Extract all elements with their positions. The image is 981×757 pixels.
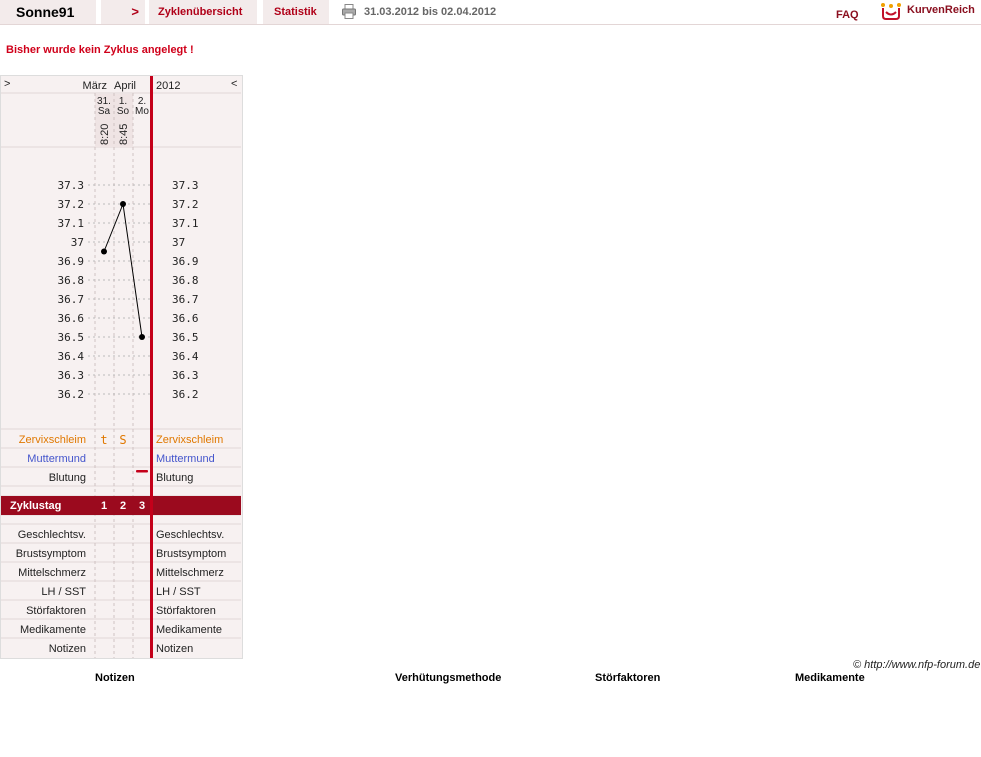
y-tick-label-left: 36.8 [58,274,85,287]
y-tick-label-right: 36.5 [172,331,199,344]
cervical-mucus-value: t [100,433,107,447]
row-label-right-cervical-mucus: Zervixschleim [156,434,223,446]
y-tick-label-left: 36.4 [58,350,85,363]
row-label-bleeding: Blutung [49,472,86,484]
no-cycle-notice: Bisher wurde kein Zyklus angelegt ! [6,44,194,56]
row-label-extra-row-0: Geschlechtsv. [18,529,86,541]
top-navigation-bar: Sonne91 > Zyklenübersicht Statistik 31.0… [0,0,981,25]
y-tick-label-right: 37.1 [172,217,199,230]
temperature-point[interactable] [139,334,145,340]
row-label-right-extra-row-0: Geschlechtsv. [156,529,224,541]
row-label-extra-row-4: Störfaktoren [26,605,86,617]
y-tick-label-right: 36.3 [172,369,199,382]
y-tick-label-left: 37.1 [58,217,85,230]
y-tick-label-left: 37 [71,236,84,249]
row-label-right-extra-row-3: LH / SST [156,586,201,598]
footer-disruptions-heading: Störfaktoren [595,672,661,684]
weekday-label: So [117,106,130,117]
footer-medication-heading: Medikamente [795,672,865,684]
row-label-right-cervix: Muttermund [156,453,215,465]
y-tick-label-right: 36.6 [172,312,199,325]
nav-arrow-button[interactable]: > [101,0,145,24]
y-tick-label-right: 36.7 [172,293,199,306]
weekday-label: Mo [135,106,149,117]
y-tick-label-right: 36.9 [172,255,199,268]
current-day-separator [150,75,153,658]
temperature-chart: 37.3 37.2 37.1 37 36.9 36.8 36.7 36.6 36.5 36.4 36… [1,75,241,658]
y-tick-label-right: 37 [172,236,185,249]
prev-chart-arrow[interactable]: > [4,78,10,90]
y-tick-label-left: 37.2 [58,198,85,211]
measurement-time-label: 8:45 [118,124,130,145]
y-tick-label-right: 37.2 [172,198,199,211]
printer-icon[interactable] [342,4,356,19]
row-label-right-extra-row-1: Brustsymptom [156,548,226,560]
temperature-point[interactable] [120,201,126,207]
year-label: 2012 [156,80,180,92]
y-tick-label-left: 36.5 [58,331,85,344]
temperature-line [103,202,143,338]
row-label-extra-row-3: LH / SST [41,586,86,598]
date-range-label: 31.03.2012 bis 02.04.2012 [364,6,497,18]
row-label-right-extra-row-5: Medikamente [156,624,222,636]
y-tick-label-left: 36.6 [58,312,85,325]
cycle-day-number: 2 [120,500,126,512]
y-tick-label-left: 36.3 [58,369,85,382]
y-tick-label-right: 37.3 [172,179,199,192]
faq-link[interactable]: FAQ [836,3,859,27]
y-tick-label-right: 36.2 [172,388,199,401]
row-label-right-extra-row-6: Notizen [156,643,193,655]
row-label-cervical-mucus: Zervixschleim [19,434,86,446]
month-label-april: April [114,80,136,92]
cervical-mucus-value: S [119,433,126,447]
row-label-right-extra-row-4: Störfaktoren [156,605,216,617]
next-chart-arrow[interactable]: < [231,78,237,90]
row-label-extra-row-2: Mittelschmerz [18,567,86,579]
logo-text[interactable]: KurvenReich [907,4,975,16]
bleeding-marker [136,470,148,473]
y-tick-label-left: 36.9 [58,255,85,268]
row-label-extra-row-1: Brustsymptom [16,548,86,560]
y-tick-label-left: 36.2 [58,388,85,401]
cycle-day-number: 1 [101,500,107,512]
tab-statistics[interactable]: Statistik [263,0,329,24]
row-label-cervix: Muttermund [27,453,86,465]
y-tick-label-right: 36.4 [172,350,199,363]
row-label-right-extra-row-2: Mittelschmerz [156,567,224,579]
tab-cycle-overview[interactable]: Zyklenübersicht [149,0,257,24]
month-label-march: März [83,80,107,92]
weekday-label: Sa [98,106,111,117]
temperature-point[interactable] [101,248,107,255]
copyright-notice: © http://www.nfp-forum.de [853,659,981,671]
footer-notes-heading: Notizen [95,672,135,684]
footer-method-heading: Verhütungsmethode [395,672,502,684]
y-tick-label-left: 37.3 [58,179,85,192]
kurvenreich-logo-icon[interactable] [880,2,902,20]
cycle-day-number: 3 [139,500,145,512]
row-label-extra-row-6: Notizen [49,643,86,655]
y-tick-label-right: 36.8 [172,274,199,287]
measurement-time-label: 8:20 [99,124,111,145]
y-tick-label-left: 36.7 [58,293,85,306]
row-label-right-bleeding: Blutung [156,472,193,484]
row-label-extra-row-5: Medikamente [20,624,86,636]
username-label: Sonne91 [0,0,96,24]
cycle-day-label: Zyklustag [10,500,61,512]
